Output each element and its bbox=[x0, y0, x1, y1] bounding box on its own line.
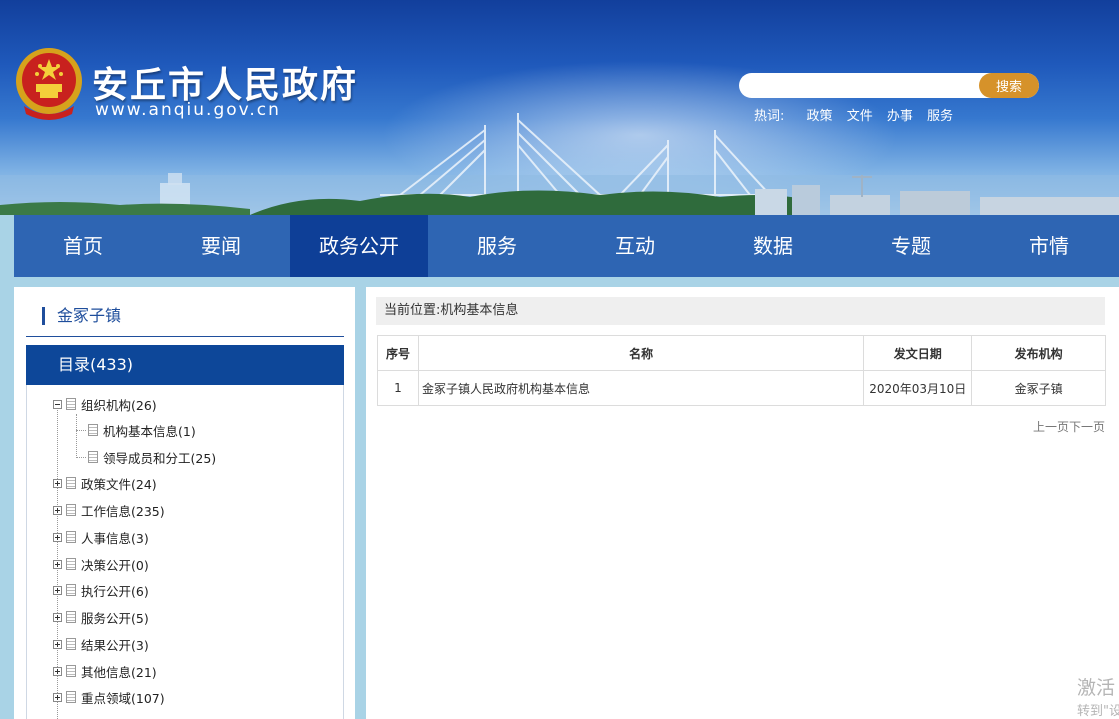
expand-icon[interactable] bbox=[53, 639, 62, 649]
tree-branch-line bbox=[76, 429, 86, 431]
column-header: 序号 bbox=[377, 335, 419, 371]
tree-item-label: 政策文件(24) bbox=[81, 476, 157, 492]
tree-item-other[interactable]: 其他信息(21) bbox=[53, 662, 157, 680]
tree-item-label: 重点领域(107) bbox=[81, 690, 165, 706]
column-header: 发布机构 bbox=[971, 335, 1106, 371]
hotwords: 热词: 政策 文件 办事 服务 bbox=[754, 105, 963, 124]
table-row: 1 金冢子镇人民政府机构基本信息 2020年03月10日 金冢子镇 bbox=[377, 370, 1106, 406]
tree-item-service[interactable]: 服务公开(5) bbox=[53, 608, 149, 626]
hotword-link[interactable]: 服务 bbox=[927, 109, 953, 124]
tree-item-key-areas[interactable]: 重点领域(107) bbox=[53, 688, 165, 706]
breadcrumb: 当前位置:机构基本信息 bbox=[376, 297, 1105, 325]
search-input[interactable] bbox=[747, 76, 977, 95]
search-button[interactable]: 搜索 bbox=[979, 73, 1039, 98]
tree-item-decisions[interactable]: 决策公开(0) bbox=[53, 555, 149, 573]
expand-icon[interactable] bbox=[53, 692, 62, 702]
site-url: www.anqiu.gov.cn bbox=[95, 100, 281, 120]
column-header: 名称 bbox=[417, 335, 865, 371]
expand-icon[interactable] bbox=[53, 612, 62, 622]
main-content: 当前位置:机构基本信息 序号 名称 发文日期 发布机构 1 金冢子镇人民政府机构… bbox=[366, 287, 1119, 719]
tree-item-org[interactable]: 组织机构(26) bbox=[53, 395, 157, 413]
hotword-link[interactable]: 文件 bbox=[847, 109, 873, 124]
document-icon bbox=[66, 398, 76, 410]
expand-icon[interactable] bbox=[53, 532, 62, 542]
row-index: 1 bbox=[377, 370, 419, 406]
prev-page-link[interactable]: 上一页 bbox=[1033, 420, 1069, 434]
tree-item-label: 服务公开(5) bbox=[81, 610, 149, 626]
tree-branch-line bbox=[76, 456, 86, 458]
hotword-link[interactable]: 政策 bbox=[807, 109, 833, 124]
publisher: 金冢子镇 bbox=[971, 370, 1106, 406]
tree-item-personnel[interactable]: 人事信息(3) bbox=[53, 528, 149, 546]
column-header: 发文日期 bbox=[863, 335, 973, 371]
tree-item-label: 结果公开(3) bbox=[81, 637, 149, 653]
tree-item-leaders[interactable]: 领导成员和分工(25) bbox=[76, 448, 216, 466]
nav-item-services[interactable]: 服务 bbox=[428, 215, 566, 277]
document-icon bbox=[66, 504, 76, 516]
header-banner: 安丘市人民政府 www.anqiu.gov.cn 搜索 热词: 政策 文件 办事… bbox=[0, 0, 1119, 215]
tree-item-label: 执行公开(6) bbox=[81, 583, 149, 599]
document-table: 序号 名称 发文日期 发布机构 1 金冢子镇人民政府机构基本信息 2020年03… bbox=[377, 335, 1106, 406]
catalog-header[interactable]: 目录(433) bbox=[26, 345, 344, 385]
expand-icon[interactable] bbox=[53, 559, 62, 569]
tree-item-org-basic[interactable]: 机构基本信息(1) bbox=[76, 421, 196, 439]
sidebar-divider bbox=[26, 336, 344, 337]
collapse-icon[interactable] bbox=[53, 399, 62, 409]
publish-date: 2020年03月10日 bbox=[863, 370, 973, 406]
document-icon bbox=[66, 638, 76, 650]
expand-icon[interactable] bbox=[53, 666, 62, 676]
nav-item-news[interactable]: 要闻 bbox=[152, 215, 290, 277]
nav-item-topics[interactable]: 专题 bbox=[842, 215, 980, 277]
tree-item-execution[interactable]: 执行公开(6) bbox=[53, 581, 149, 599]
document-icon bbox=[66, 558, 76, 570]
nav-item-home[interactable]: 首页 bbox=[14, 215, 152, 277]
document-icon bbox=[88, 424, 98, 436]
document-icon bbox=[66, 584, 76, 596]
expand-icon[interactable] bbox=[53, 505, 62, 515]
main-nav: 首页 要闻 政务公开 服务 互动 数据 专题 市情 bbox=[14, 215, 1119, 277]
document-title-link[interactable]: 金冢子镇人民政府机构基本信息 bbox=[417, 370, 865, 406]
expand-icon[interactable] bbox=[53, 478, 62, 488]
tree-item-label: 决策公开(0) bbox=[81, 557, 149, 573]
search-box: 搜索 bbox=[739, 73, 1039, 98]
document-icon bbox=[66, 611, 76, 623]
document-icon bbox=[66, 531, 76, 543]
expand-icon[interactable] bbox=[53, 585, 62, 595]
document-icon bbox=[66, 665, 76, 677]
tree-item-label: 领导成员和分工(25) bbox=[103, 450, 217, 466]
document-icon bbox=[66, 691, 76, 703]
tree-item-policy-docs[interactable]: 政策文件(24) bbox=[53, 474, 157, 492]
tree-item-label: 机构基本信息(1) bbox=[103, 423, 196, 439]
table-header-row: 序号 名称 发文日期 发布机构 bbox=[377, 335, 1106, 371]
tree-item-label: 其他信息(21) bbox=[81, 664, 157, 680]
nav-item-data[interactable]: 数据 bbox=[704, 215, 842, 277]
hotwords-label: 热词: bbox=[754, 109, 785, 124]
nav-item-interaction[interactable]: 互动 bbox=[566, 215, 704, 277]
activation-watermark-subtext: 转到"设 bbox=[1077, 704, 1119, 719]
activation-watermark: 激活 bbox=[1077, 677, 1116, 699]
pagination: 上一页下一页 bbox=[1033, 418, 1105, 435]
tree-item-label: 人事信息(3) bbox=[81, 530, 149, 546]
next-page-link[interactable]: 下一页 bbox=[1069, 420, 1105, 434]
tree-item-work-info[interactable]: 工作信息(235) bbox=[53, 501, 165, 519]
hotword-link[interactable]: 办事 bbox=[887, 109, 913, 124]
document-icon bbox=[88, 451, 98, 463]
nav-item-gov-affairs[interactable]: 政务公开 bbox=[290, 215, 428, 277]
tree-item-label: 组织机构(26) bbox=[81, 397, 157, 413]
document-icon bbox=[66, 477, 76, 489]
tree-item-results[interactable]: 结果公开(3) bbox=[53, 635, 149, 653]
sidebar: 金冢子镇 目录(433) 组织机构(26) 机构基本信息(1) 领导成员和分工(… bbox=[14, 287, 355, 719]
tree-item-label: 工作信息(235) bbox=[81, 503, 165, 519]
national-emblem-icon bbox=[16, 48, 82, 120]
sidebar-title: 金冢子镇 bbox=[42, 307, 121, 325]
nav-item-city-info[interactable]: 市情 bbox=[980, 215, 1118, 277]
